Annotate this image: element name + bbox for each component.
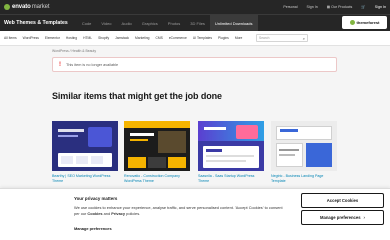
cookies-policy-link[interactable]: Cookies — [87, 211, 102, 216]
breadcrumb[interactable]: WordPress / Health & Beauty — [52, 49, 96, 53]
cookie-title: Your privacy matters — [74, 196, 118, 201]
category-graphics[interactable]: Graphics — [137, 15, 163, 31]
category-video[interactable]: Video — [96, 15, 116, 31]
subnav-more[interactable]: More — [235, 36, 243, 40]
our-products-label: Our Products — [331, 5, 353, 9]
similar-item-card[interactable]: Negtric - Business Landing Page Template — [271, 121, 337, 184]
search-placeholder: Search — [259, 36, 270, 40]
search-input[interactable]: Search ⌕ — [256, 34, 308, 42]
item-title[interactable]: Negtric - Business Landing Page Template — [271, 174, 337, 184]
item-title[interactable]: Renovatio - Construction Company WordPre… — [124, 174, 190, 184]
themeforest-badge[interactable]: themeforest — [342, 16, 387, 29]
unavailable-alert: ! This item is no longer available — [52, 57, 337, 72]
item-thumbnail[interactable] — [52, 121, 118, 171]
cookie-text: We use cookies to enhance your experienc… — [74, 205, 289, 216]
item-thumbnail[interactable] — [271, 121, 337, 171]
manage-preferences-label: Manage preferences — [320, 215, 361, 220]
cookie-text-and: and — [102, 210, 112, 216]
subnav-ui-templates[interactable]: UI Templates — [193, 36, 212, 40]
envato-logo[interactable]: envato market — [4, 4, 50, 10]
themeforest-label: themeforest — [356, 20, 380, 25]
top-bar: envato market Personal Sign In ▦ Our Pro… — [0, 0, 390, 14]
subnav-ecommerce[interactable]: eCommerce — [169, 36, 187, 40]
section-title: Similar items that might get the job don… — [52, 91, 222, 101]
chevron-right-icon: › — [363, 215, 365, 220]
privacy-policy-link[interactable]: Privacy — [111, 211, 125, 216]
grid-icon: ▦ — [326, 5, 331, 9]
manage-preferences-button[interactable]: Manage preferences › — [301, 210, 384, 225]
subnav-plugins[interactable]: Plugins — [218, 36, 229, 40]
item-title[interactable]: Saasnila - Saas Startup WordPress Theme — [198, 174, 264, 184]
subnav-all-items[interactable]: All Items — [4, 36, 17, 40]
category-3d-files[interactable]: 3D Files — [185, 15, 210, 31]
item-thumbnail[interactable] — [124, 121, 190, 171]
alert-text: This item is no longer available — [66, 62, 119, 67]
cart-icon[interactable]: 🛒 — [361, 5, 365, 9]
search-icon[interactable]: ⌕ — [303, 36, 305, 41]
subnav-elementor[interactable]: Elementor — [45, 36, 60, 40]
category-primary[interactable]: Web Themes & Templates — [4, 15, 68, 31]
top-link-signin-secondary[interactable]: Sign In — [307, 5, 318, 9]
subnav-marketing[interactable]: Marketing — [135, 36, 149, 40]
category-bar: Web Themes & Templates Code Video Audio … — [0, 14, 390, 31]
logo-subtext: market — [31, 4, 50, 10]
sub-navigation: All Items WordPress Elementor Hosting HT… — [0, 31, 390, 46]
our-products-link[interactable]: ▦ Our Products — [327, 5, 353, 9]
cookie-text-end: policies. — [125, 210, 141, 216]
category-photos[interactable]: Photos — [163, 15, 185, 31]
top-links: Personal Sign In ▦ Our Products 🛒 Sign I… — [283, 0, 386, 14]
logo-text: envato — [12, 4, 31, 10]
subnav-wordpress[interactable]: WordPress — [23, 36, 39, 40]
subnav-hosting[interactable]: Hosting — [66, 36, 77, 40]
subnav-jamstack[interactable]: Jamstack — [115, 36, 129, 40]
similar-item-card[interactable]: Renovatio - Construction Company WordPre… — [124, 121, 190, 184]
alert-icon: ! — [59, 61, 61, 68]
category-audio[interactable]: Audio — [117, 15, 137, 31]
subnav-shopify[interactable]: Shopify — [98, 36, 109, 40]
top-link-personal[interactable]: Personal — [283, 5, 297, 9]
subnav-cms[interactable]: CMS — [156, 36, 163, 40]
category-code[interactable]: Code — [77, 15, 97, 31]
manage-preferences-link[interactable]: Manage preferences — [74, 226, 112, 231]
themeforest-leaf-icon — [349, 20, 355, 25]
accept-cookies-button[interactable]: Accept Cookies — [301, 193, 384, 208]
similar-item-card[interactable]: Bearthy | SEO Marketing WordPress Theme — [52, 121, 118, 184]
similar-item-card[interactable]: Saasnila - Saas Startup WordPress Theme — [198, 121, 264, 184]
signin-link[interactable]: Sign In — [375, 5, 386, 9]
item-thumbnail[interactable] — [198, 121, 264, 171]
item-title[interactable]: Bearthy | SEO Marketing WordPress Theme — [52, 174, 118, 184]
category-unlimited-downloads[interactable]: Unlimited Downloads — [209, 15, 258, 31]
envato-leaf-icon — [4, 4, 10, 10]
subnav-html[interactable]: HTML — [83, 36, 92, 40]
